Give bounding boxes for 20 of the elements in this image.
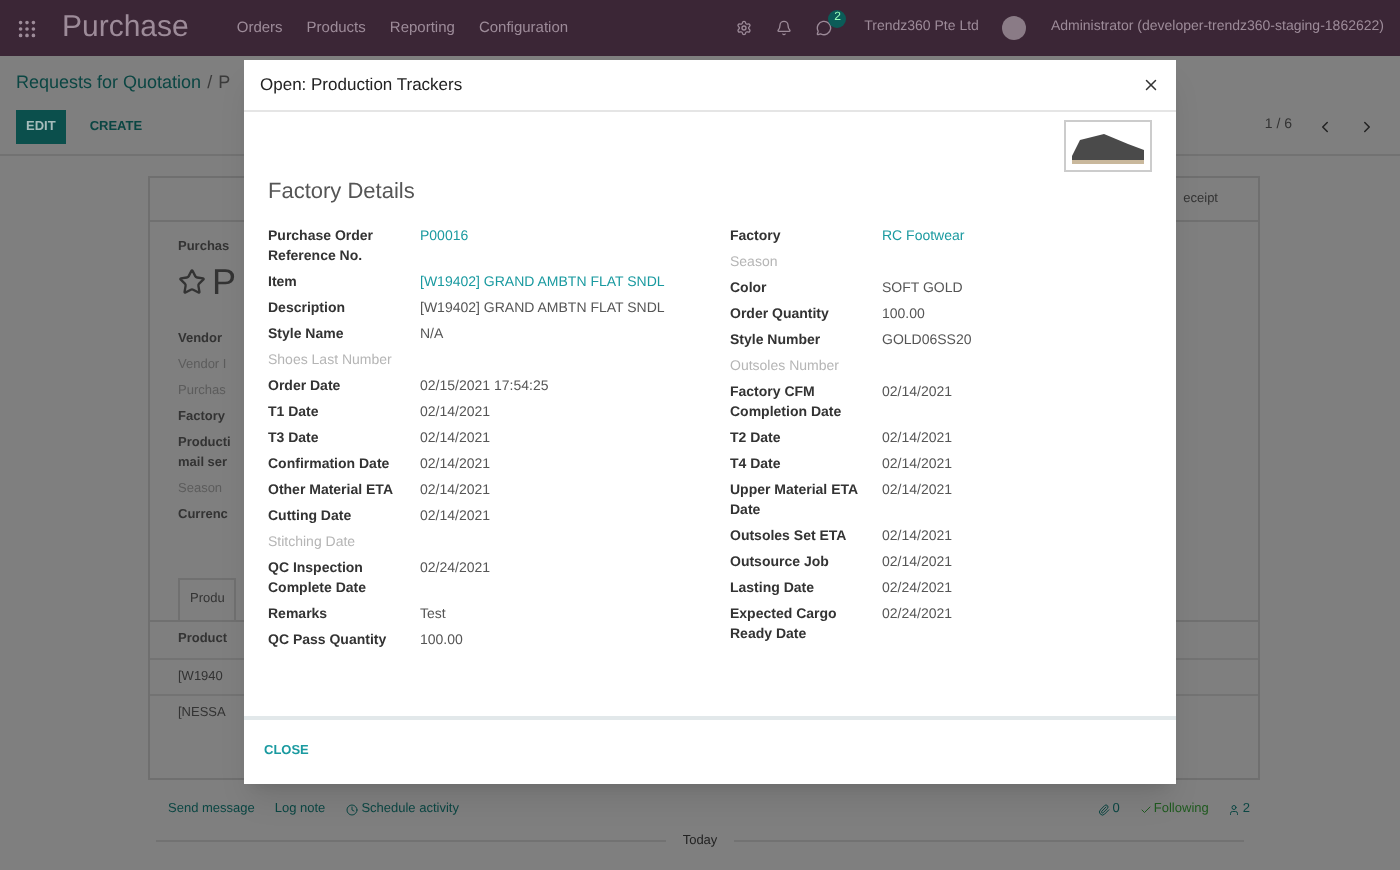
apps-menu-icon[interactable] [16,17,38,39]
dialog-title: Open: Production Trackers [260,72,463,98]
clock-icon [345,804,358,817]
paperclip-icon [1098,804,1111,817]
check-icon [1139,804,1152,817]
breadcrumb-link[interactable]: Requests for Quotation [16,70,202,97]
close-icon[interactable] [1142,76,1160,94]
previous-icon[interactable] [1316,117,1334,136]
star-icon[interactable] [178,268,206,296]
chat-icon[interactable] [816,20,833,36]
app-title: Purchase [62,7,189,48]
settings-icon[interactable] [736,20,753,36]
bell-icon[interactable] [776,20,793,36]
next-icon[interactable] [1358,117,1376,136]
record-title: P [212,264,237,300]
section-title: Factory Details [268,178,417,208]
breadcrumb-separator: / [207,70,213,96]
breadcrumb-current: P [218,70,231,96]
person-icon [1228,804,1241,817]
user-avatar[interactable] [1002,16,1027,40]
